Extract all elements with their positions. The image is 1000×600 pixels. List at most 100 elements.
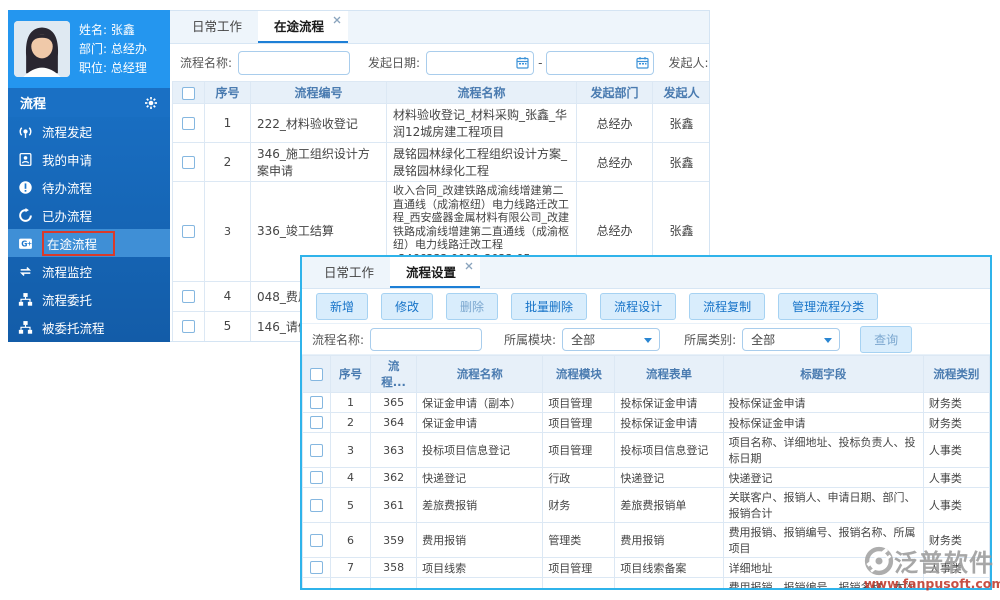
tab-daily-work[interactable]: 日常工作	[308, 257, 390, 288]
broadcast-icon	[19, 126, 32, 138]
select-all-checkbox[interactable]	[182, 86, 195, 100]
manage-flow-category-button[interactable]: 管理流程分类	[778, 292, 879, 320]
table-row[interactable]: 3 363 投标项目信息登记 项目管理 投标项目信息登记 项目名称、详细地址、投标负责人、…	[302, 432, 990, 468]
id-card-icon	[19, 152, 32, 166]
sidebar-item-label: 我的申请	[42, 152, 93, 168]
sidebar-item-label: 在途流程	[47, 236, 98, 252]
row-checkbox[interactable]	[310, 443, 324, 457]
calendar-icon[interactable]	[516, 56, 529, 69]
row-checkbox[interactable]	[310, 471, 324, 485]
table-header-row: 序号 流程... 流程名称 流程模块 流程表单 标题字段 流程类别	[302, 355, 990, 393]
table-row[interactable]: 1 365 保证金申请（副本） 项目管理 投标保证金申请 投标保证金申请 财务类	[302, 392, 990, 413]
row-checkbox[interactable]	[310, 561, 324, 575]
vendor-watermark: 泛普软件 www.fanpusoft.com	[864, 543, 1000, 591]
row-checkbox[interactable]	[182, 156, 195, 169]
initiator-label: 发起人:	[668, 56, 709, 70]
sidebar-item-flow-start[interactable]: 流程发起	[8, 117, 170, 145]
annotation-highlight: 在途流程	[42, 230, 116, 256]
row-checkbox[interactable]	[182, 290, 195, 303]
sidebar-item-pending-flows[interactable]: 待办流程	[8, 173, 170, 201]
table-row[interactable]: 2 364 保证金申请 项目管理 投标保证金申请 投标保证金申请 财务类	[302, 412, 990, 433]
sitemap-icon	[18, 292, 33, 306]
sidebar: 姓名: 张鑫 部门: 总经办 职位: 总经理 流程 流程发起 我的申请 待办流程…	[8, 10, 170, 342]
sidebar-item-in-transit-flows[interactable]: G + 在途流程	[8, 229, 170, 257]
col-header: 序号	[330, 355, 372, 393]
profile-name: 姓名: 张鑫	[79, 22, 135, 37]
sidebar-item-done-flows[interactable]: 已办流程	[8, 201, 170, 229]
front-tabbar: 日常工作 流程设置	[302, 257, 990, 289]
table-row[interactable]: 4 362 快递登记 行政 快递登记 快递登记 人事类	[302, 467, 990, 488]
row-checkbox[interactable]	[182, 117, 195, 130]
sidebar-item-label: 已办流程	[42, 208, 93, 224]
edit-button[interactable]: 修改	[381, 292, 434, 320]
chevron-down-icon	[824, 337, 833, 343]
col-header: 序号	[204, 81, 251, 104]
col-header: 流程表单	[614, 355, 724, 393]
category-select[interactable]: 全部	[742, 327, 841, 351]
flow-name-label: 流程名称:	[312, 332, 365, 347]
sidebar-item-flow-monitor[interactable]: 流程监控	[8, 257, 170, 285]
close-icon[interactable]	[333, 16, 341, 24]
refresh-icon	[19, 207, 32, 222]
col-header: 发起人	[652, 81, 709, 104]
sidebar-item-label: 流程监控	[42, 264, 93, 280]
row-checkbox[interactable]	[182, 225, 195, 238]
exclamation-circle-icon	[19, 180, 32, 194]
table-row[interactable]: 1 222_材料验收登记 材料验收登记_材料采购_张鑫_华润12城房建工程项目 …	[172, 103, 709, 143]
row-checkbox[interactable]	[310, 416, 324, 430]
sidebar-item-label: 待办流程	[42, 180, 93, 196]
sidebar-section-flow: 流程	[8, 88, 170, 117]
row-checkbox[interactable]	[310, 533, 324, 547]
tab-daily-work[interactable]: 日常工作	[176, 11, 258, 43]
category-label: 所属类别:	[684, 332, 737, 347]
in-progress-icon: G +	[19, 238, 32, 249]
col-header: 标题字段	[722, 355, 924, 393]
row-checkbox[interactable]	[182, 320, 195, 333]
col-header: 流程模块	[542, 355, 616, 393]
back-filter-bar: 流程名称: 发起日期: - 发起人:	[170, 44, 709, 81]
sidebar-item-delegated-flows[interactable]: 被委托流程	[8, 313, 170, 341]
flow-name-input[interactable]	[238, 50, 351, 75]
sidebar-item-my-applications[interactable]: 我的申请	[8, 145, 170, 173]
back-tabbar: 日常工作 在途流程	[170, 11, 709, 44]
tab-flow-settings[interactable]: 流程设置	[390, 257, 481, 288]
profile-title: 职位: 总经理	[79, 60, 147, 75]
module-selected-value: 全部	[571, 332, 596, 347]
col-header: 流程类别	[922, 355, 990, 393]
flow-copy-button[interactable]: 流程复制	[689, 292, 766, 320]
col-header: 发起部门	[576, 81, 653, 104]
front-filter-bar: 流程名称: 所属模块: 全部 所属类别: 全部 查询	[302, 324, 990, 355]
tab-in-transit-flows[interactable]: 在途流程	[258, 11, 349, 43]
module-label: 所属模块:	[504, 332, 557, 347]
module-select[interactable]: 全部	[562, 327, 661, 351]
user-profile: 姓名: 张鑫 部门: 总经办 职位: 总经理	[8, 10, 170, 88]
svg-text:+: +	[27, 239, 32, 247]
date-range-separator: -	[538, 55, 543, 70]
watermark-brand: 泛普软件	[894, 549, 994, 577]
table-row[interactable]: 2 346_施工组织设计方案申请 晟铭园林绿化工程组织设计方案_晟铭园林绿化工程…	[172, 142, 709, 182]
row-checkbox[interactable]	[310, 396, 324, 410]
table-header-row: 序号 流程编号 流程名称 发起部门 发起人	[172, 81, 709, 104]
user-avatar	[14, 21, 70, 77]
sitemap-icon	[18, 320, 33, 334]
batch-delete-button[interactable]: 批量删除	[511, 292, 588, 320]
col-header: 流程编号	[250, 81, 387, 104]
add-button[interactable]: 新增	[316, 292, 369, 320]
calendar-icon[interactable]	[636, 56, 650, 69]
front-toolbar: 新增 修改 删除 批量删除 流程设计 流程复制 管理流程分类	[302, 289, 990, 324]
table-row[interactable]: 5 361 差旅费报销 财务 差旅费报销单 关联客户、报销人、申请日期、部门、报销合计 人事…	[302, 487, 990, 523]
chevron-down-icon	[644, 337, 653, 343]
select-all-checkbox-cell	[172, 81, 205, 104]
sidebar-item-label: 流程委托	[42, 292, 93, 308]
gear-icon[interactable]	[144, 96, 158, 110]
close-icon[interactable]	[465, 262, 473, 270]
row-checkbox[interactable]	[310, 498, 324, 512]
col-header: 流程名称	[386, 81, 577, 104]
flow-name-input[interactable]	[370, 327, 483, 351]
delete-button[interactable]: 删除	[446, 292, 499, 320]
sidebar-menu: 流程发起 我的申请 待办流程 已办流程 G + 在途流程 流程监控 流程委托 被…	[8, 117, 170, 341]
sidebar-item-flow-delegate[interactable]: 流程委托	[8, 285, 170, 313]
flow-design-button[interactable]: 流程设计	[600, 292, 677, 320]
search-button[interactable]: 查询	[860, 325, 913, 353]
select-all-checkbox[interactable]	[310, 368, 324, 381]
